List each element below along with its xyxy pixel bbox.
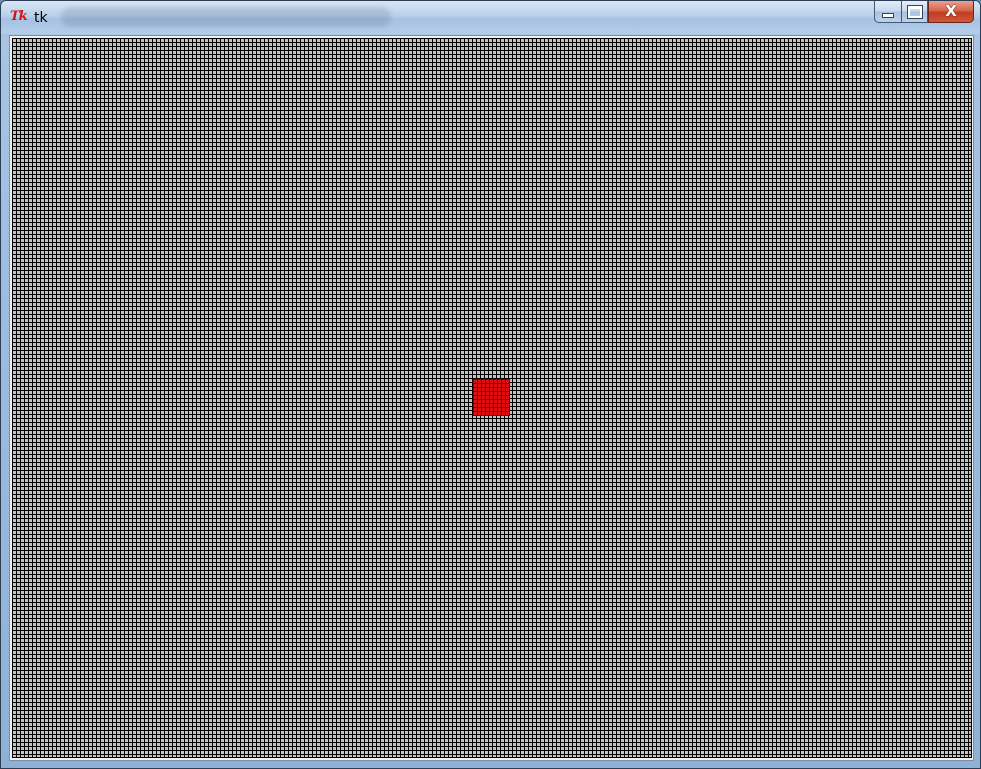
title-bar[interactable]: Tk tk X <box>1 1 980 34</box>
app-window: Tk tk X <box>0 0 981 769</box>
close-icon: X <box>945 2 957 20</box>
minimize-icon <box>882 13 894 18</box>
maximize-button[interactable] <box>901 1 928 23</box>
highlighted-cell-block[interactable] <box>473 379 510 416</box>
grid-canvas[interactable] <box>12 38 972 758</box>
close-button[interactable]: X <box>928 1 974 23</box>
maximize-icon <box>906 4 923 19</box>
window-title: tk <box>34 10 48 26</box>
tk-feather-icon[interactable]: Tk <box>10 9 30 25</box>
minimize-button[interactable] <box>874 1 901 23</box>
title-bar-glass-blur <box>61 7 391 27</box>
client-area <box>9 35 974 761</box>
window-controls: X <box>874 1 974 25</box>
